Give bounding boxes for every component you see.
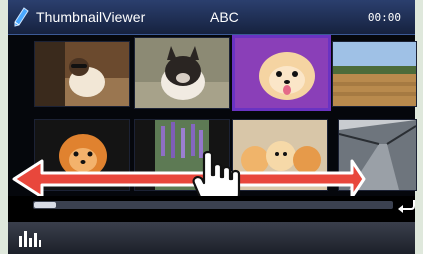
return-arrow-icon[interactable] — [396, 194, 418, 216]
thumbnail[interactable] — [34, 41, 130, 107]
app-title: ThumbnailViewer — [36, 9, 146, 25]
thumbnail[interactable] — [332, 41, 417, 107]
equalizer-icon[interactable] — [18, 228, 42, 248]
clock: 00:00 — [367, 11, 401, 24]
device-frame-left — [0, 0, 8, 254]
thumbnail[interactable] — [232, 119, 328, 191]
thumbnail[interactable] — [338, 119, 417, 191]
pencil-icon — [14, 7, 29, 27]
thumbnail-selected[interactable] — [232, 35, 331, 111]
footer-bar — [8, 222, 415, 254]
thumbnail[interactable] — [34, 119, 130, 191]
thumbnail[interactable] — [134, 37, 230, 109]
scrollbar-thumb[interactable] — [34, 202, 56, 208]
thumbnail[interactable] — [134, 119, 230, 191]
scrollbar[interactable] — [33, 201, 393, 209]
screen: ThumbnailViewer ABC 00:00 — [0, 0, 423, 254]
source-title: ABC — [210, 9, 239, 25]
header-bar: ThumbnailViewer ABC 00:00 — [8, 0, 415, 35]
thumbnail-grid[interactable] — [8, 35, 417, 196]
